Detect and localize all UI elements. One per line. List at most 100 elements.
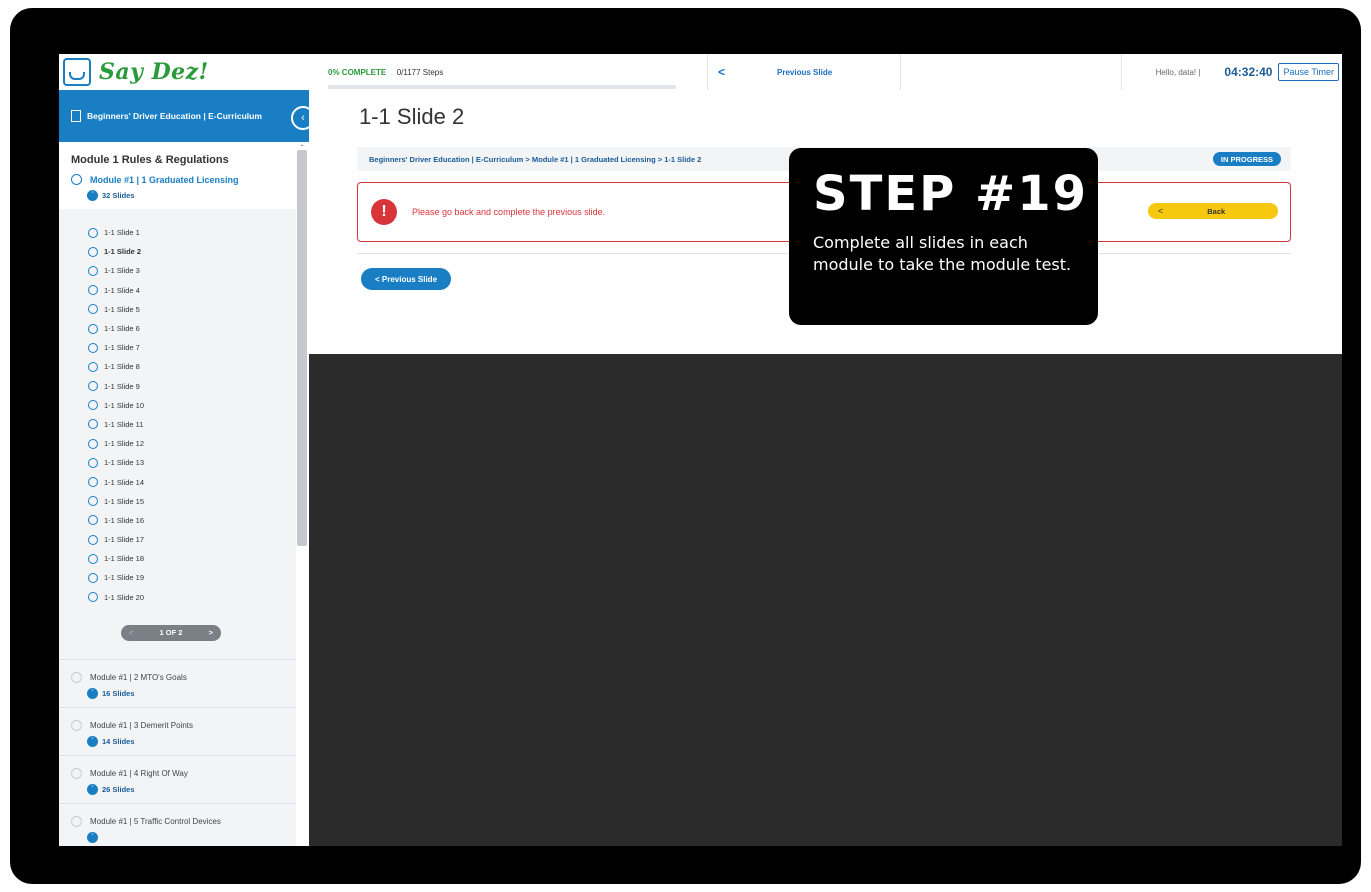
slide-label: 1-1 Slide 20 xyxy=(104,592,145,602)
slide-list-item[interactable]: 1-1 Slide 15 xyxy=(88,492,309,511)
status-circle-icon xyxy=(71,174,82,185)
slide-list-item[interactable]: 1-1 Slide 2 xyxy=(88,242,309,261)
slide-list-item[interactable]: 1-1 Slide 1 xyxy=(88,223,309,242)
slide-label: 1-1 Slide 7 xyxy=(104,343,140,353)
back-label: Back xyxy=(1207,206,1226,216)
module-row: Module #1 | 2 MTO's Goals xyxy=(71,671,297,683)
slide-list-item[interactable]: 1-1 Slide 11 xyxy=(88,415,309,434)
status-circle-icon xyxy=(88,457,98,468)
slides-toggle[interactable]: ˇ 26 Slides xyxy=(87,783,297,795)
slide-list-item[interactable]: 1-1 Slide 19 xyxy=(88,568,309,587)
status-circle-icon xyxy=(88,304,98,315)
scroll-up-icon[interactable]: ˆ xyxy=(297,144,307,153)
slide-label: 1-1 Slide 4 xyxy=(104,285,140,295)
slide-list-item[interactable]: 1-1 Slide 7 xyxy=(88,338,309,357)
content-overlay-area xyxy=(309,354,1342,846)
other-modules: Module #1 | 2 MTO's Goals ˇ 16 Slides Modul… xyxy=(59,658,309,846)
slide-label: 1-1 Slide 17 xyxy=(104,535,145,545)
slide-list-item[interactable]: 1-1 Slide 9 xyxy=(88,377,309,396)
pager-label: 1 OF 2 xyxy=(159,628,183,638)
status-circle-icon xyxy=(88,285,98,296)
top-previous-slide-button[interactable]: < Previous Slide xyxy=(707,54,901,90)
slide-list-item[interactable]: 1-1 Slide 12 xyxy=(88,434,309,453)
slides-count-label: 16 Slides xyxy=(102,688,135,698)
sidebar-scroll-thumb[interactable] xyxy=(297,150,307,546)
slide-list: 1-1 Slide 1 1-1 Slide 2 1-1 Slide 3 1-1 Sli… xyxy=(59,209,309,607)
course-title[interactable]: Beginners' Driver Education | E-Curricul… xyxy=(87,111,262,121)
slide-list-item[interactable]: 1-1 Slide 5 xyxy=(88,300,309,319)
status-circle-icon xyxy=(88,400,98,411)
status-circle-icon xyxy=(71,815,82,827)
slide-list-item[interactable]: 1-1 Slide 10 xyxy=(88,396,309,415)
app-screen: Say Dez! 0% COMPLETE 0/1177 Steps < Prev… xyxy=(59,54,1342,846)
pause-timer-button[interactable]: Pause Timer xyxy=(1278,63,1339,81)
module-list-item[interactable]: Module #1 | 3 Demerit Points ˇ 14 Slides xyxy=(59,706,309,755)
status-circle-icon xyxy=(88,515,98,526)
slide-list-item[interactable]: 1-1 Slide 4 xyxy=(88,281,309,300)
slide-list-item[interactable]: 1-1 Slide 8 xyxy=(88,357,309,376)
chevron-down-icon: ˇ xyxy=(87,735,98,747)
slide-list-item[interactable]: 1-1 Slide 3 xyxy=(88,261,309,280)
slide-list-item[interactable]: 1-1 Slide 14 xyxy=(88,472,309,491)
chevron-left-icon: < xyxy=(718,65,726,79)
slides-toggle[interactable]: ˇ 16 Slides xyxy=(87,687,297,699)
status-circle-icon xyxy=(88,553,98,564)
progress-percent: 0% COMPLETE xyxy=(328,68,387,77)
slide-label: 1-1 Slide 8 xyxy=(104,362,140,372)
status-circle-icon xyxy=(88,572,98,583)
status-circle-icon xyxy=(71,719,82,731)
course-timer: 04:32:40 xyxy=(1224,65,1273,79)
slide-label: 1-1 Slide 11 xyxy=(104,419,144,429)
page-title: 1-1 Slide 2 xyxy=(359,104,465,129)
progress-bar xyxy=(328,85,676,89)
status-circle-icon xyxy=(88,477,98,488)
slide-label: 1-1 Slide 1 xyxy=(104,228,140,238)
slide-label: 1-1 Slide 14 xyxy=(104,477,145,487)
logo[interactable]: Say Dez! xyxy=(63,56,233,88)
chevron-left-icon: < xyxy=(1158,206,1164,216)
current-module-row[interactable]: Module #1 | 1 Graduated Licensing xyxy=(71,174,297,185)
status-circle-icon xyxy=(88,496,98,507)
current-module: Module #1 | 1 Graduated Licensing ˆ 32 S… xyxy=(59,172,309,209)
previous-slide-label: Previous Slide xyxy=(777,67,833,77)
step-callout: STEP #19 Complete all slides in each mod… xyxy=(789,148,1098,325)
slide-list-item[interactable]: 1-1 Slide 18 xyxy=(88,549,309,568)
module-list-item[interactable]: Module #1 | 5 Traffic Control Devices ˇ xyxy=(59,802,309,846)
slides-toggle[interactable]: ˇ xyxy=(87,831,297,843)
slides-toggle[interactable]: ˆ 32 Slides xyxy=(87,190,297,201)
slides-count-label: 14 Slides xyxy=(102,736,135,746)
slide-list-item[interactable]: 1-1 Slide 13 xyxy=(88,453,309,472)
pager-prev-button[interactable]: < xyxy=(129,628,133,637)
previous-slide-button[interactable]: < Previous Slide xyxy=(361,268,451,290)
slide-list-item[interactable]: 1-1 Slide 20 xyxy=(88,588,309,607)
top-bar: Say Dez! 0% COMPLETE 0/1177 Steps < Prev… xyxy=(59,54,1342,91)
pager-next-button[interactable]: > xyxy=(209,628,213,637)
slides-count-label: 26 Slides xyxy=(102,784,135,794)
previous-slide-button-label: < Previous Slide xyxy=(374,274,438,284)
user-greeting[interactable]: Hello, data! | xyxy=(1156,68,1201,77)
slide-label: 1-1 Slide 9 xyxy=(104,381,140,391)
course-header: Beginners' Driver Education | E-Curricul… xyxy=(59,90,309,142)
module-name: Module #1 | 4 Right Of Way xyxy=(90,768,188,778)
slide-label: 1-1 Slide 10 xyxy=(104,400,145,410)
module-name: Module #1 | 3 Demerit Points xyxy=(90,720,194,730)
module-list-item[interactable]: Module #1 | 2 MTO's Goals ˇ 16 Slides xyxy=(59,658,309,707)
slide-list-item[interactable]: 1-1 Slide 17 xyxy=(88,530,309,549)
slide-label: 1-1 Slide 5 xyxy=(104,304,140,314)
status-circle-icon xyxy=(88,342,98,353)
breadcrumb-text[interactable]: Beginners' Driver Education | E-Curricul… xyxy=(369,155,701,164)
status-circle-icon xyxy=(88,534,98,545)
progress-steps: 0/1177 Steps xyxy=(396,68,444,77)
slides-toggle[interactable]: ˇ 14 Slides xyxy=(87,735,297,747)
slides-count-label: 32 Slides xyxy=(102,191,135,200)
collapse-sidebar-button[interactable]: ‹ xyxy=(291,106,309,130)
alert-icon: ! xyxy=(371,199,397,225)
back-button[interactable]: < Back xyxy=(1148,203,1278,219)
module-list-item[interactable]: Module #1 | 4 Right Of Way ˇ 26 Slides xyxy=(59,754,309,803)
slide-list-item[interactable]: 1-1 Slide 6 xyxy=(88,319,309,338)
chevron-down-icon: ˇ xyxy=(87,687,98,699)
status-circle-icon xyxy=(88,361,98,372)
module-row: Module #1 | 4 Right Of Way xyxy=(71,767,297,779)
slide-label: 1-1 Slide 18 xyxy=(104,554,145,564)
slide-list-item[interactable]: 1-1 Slide 16 xyxy=(88,511,309,530)
